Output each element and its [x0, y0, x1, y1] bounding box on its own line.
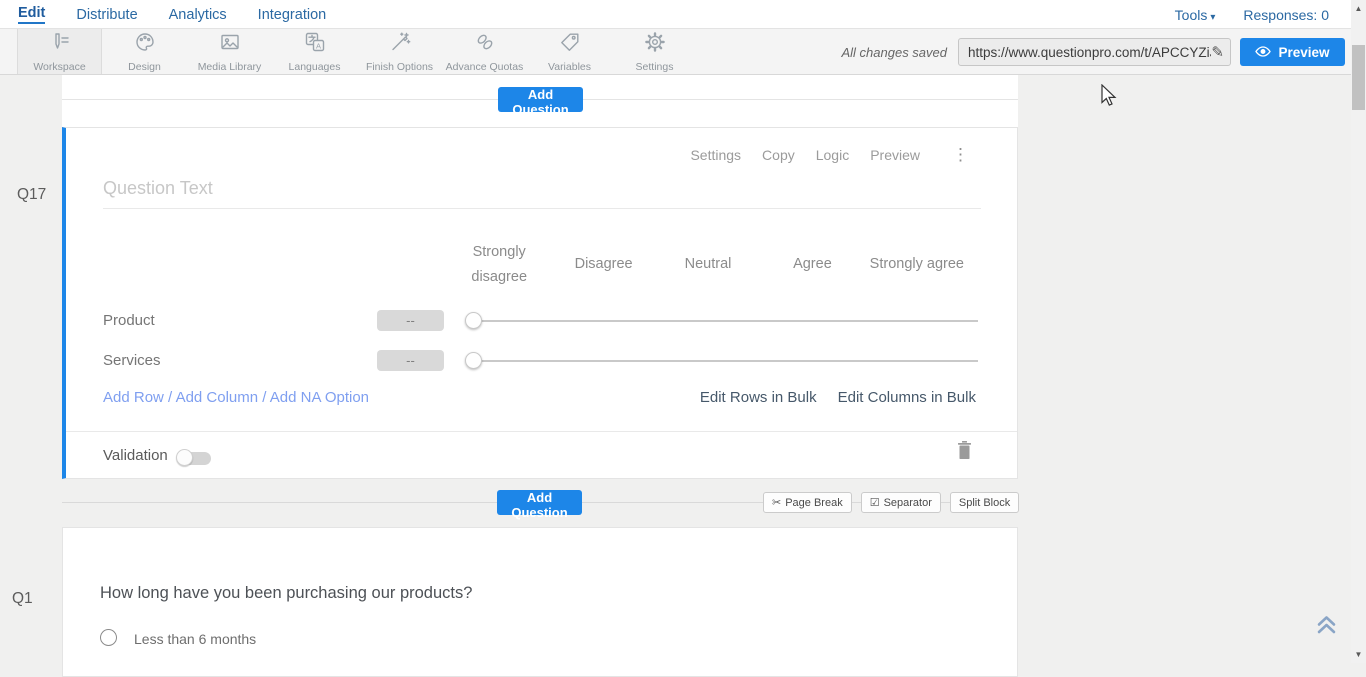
scale-label: Neutral — [656, 234, 760, 296]
question-text[interactable]: How long have you been purchasing our pr… — [100, 584, 472, 603]
toolbar-right-group: All changes saved https://www.questionpr… — [841, 38, 1345, 66]
bulk-edit-links: Edit Rows in Bulk Edit Columns in Bulk — [700, 389, 976, 406]
scroll-to-top-icon[interactable] — [1315, 613, 1338, 643]
toolbar-item-workspace[interactable]: Workspace — [17, 29, 102, 74]
scale-label: Strongly disagree — [447, 234, 551, 296]
validation-toggle[interactable] — [176, 449, 212, 467]
slider-handle[interactable] — [465, 352, 482, 369]
palette-icon — [133, 30, 157, 59]
row-value-box[interactable]: -- — [377, 310, 444, 331]
toolbar-item-finish-options[interactable]: Finish Options — [357, 29, 442, 74]
editor-toolbar: Workspace Design Media Library A Languag… — [0, 29, 1351, 75]
question-number-q1: Q1 — [12, 590, 33, 608]
question-copy-link[interactable]: Copy — [762, 147, 795, 163]
add-question-button-top[interactable]: Add Question — [498, 87, 583, 112]
radio-button[interactable] — [100, 629, 117, 646]
question-logic-link[interactable]: Logic — [816, 147, 849, 163]
toolbar-item-settings[interactable]: Settings — [612, 29, 697, 74]
tools-dropdown[interactable]: Tools▾ — [1175, 7, 1216, 23]
scissors-icon: ✂ — [772, 496, 781, 509]
translate-icon: A — [303, 30, 327, 59]
add-row-link[interactable]: Add Row — [103, 389, 164, 406]
toolbar-item-languages[interactable]: A Languages — [272, 29, 357, 74]
question-text-underline — [103, 208, 981, 209]
top-content-strip: Add Question — [62, 75, 1018, 127]
nav-tab-edit[interactable]: Edit — [18, 5, 45, 24]
question-settings-link[interactable]: Settings — [690, 147, 741, 163]
question-action-menu: Settings Copy Logic Preview ⋮ — [690, 145, 969, 165]
row-label[interactable]: Services — [103, 352, 161, 369]
toolbar-item-media-library[interactable]: Media Library — [187, 29, 272, 74]
checkbox-checked-icon: ☑ — [870, 496, 880, 509]
question-card-q17[interactable]: Settings Copy Logic Preview ⋮ Question T… — [62, 127, 1018, 479]
add-na-option-link[interactable]: Add NA Option — [270, 389, 369, 406]
toolbar-item-advance-quotas[interactable]: Advance Quotas — [442, 29, 527, 74]
scrollbar-thumb[interactable] — [1352, 45, 1365, 110]
kebab-menu-icon[interactable]: ⋮ — [952, 145, 969, 165]
scrollbar-down-arrow-icon[interactable]: ▼ — [1351, 650, 1366, 659]
save-status-text: All changes saved — [841, 45, 947, 60]
row-slider[interactable] — [465, 308, 978, 334]
svg-text:A: A — [315, 41, 320, 50]
scale-label: Strongly agree — [865, 234, 969, 296]
toolbar-item-design[interactable]: Design — [102, 29, 187, 74]
chevron-down-icon: ▾ — [1210, 12, 1215, 23]
gear-icon — [643, 30, 667, 59]
question-preview-link[interactable]: Preview — [870, 147, 920, 163]
responses-counter[interactable]: Responses: 0 — [1243, 7, 1329, 23]
nav-menu: Edit Distribute Analytics Integration — [18, 0, 326, 29]
question-text-input[interactable]: Question Text — [103, 178, 213, 199]
image-icon — [218, 30, 242, 59]
edit-url-icon[interactable]: ✎ — [1211, 43, 1224, 61]
row-slider[interactable] — [465, 348, 978, 374]
add-column-link[interactable]: Add Column — [176, 389, 259, 406]
wand-icon — [388, 30, 412, 59]
trash-icon[interactable] — [956, 440, 973, 465]
slider-row-services: Services -- — [66, 348, 1017, 374]
edit-rows-bulk-link[interactable]: Edit Rows in Bulk — [700, 389, 817, 406]
slider-track[interactable] — [474, 320, 978, 322]
nav-tab-integration[interactable]: Integration — [258, 7, 327, 23]
survey-url-field[interactable]: https://www.questionpro.com/t/APCCYZiJ8 … — [958, 38, 1231, 66]
separator-button[interactable]: ☑ Separator — [861, 492, 941, 513]
toolbar-items: Workspace Design Media Library A Languag… — [17, 29, 697, 74]
scale-label: Disagree — [551, 234, 655, 296]
toolbar-item-variables[interactable]: Variables — [527, 29, 612, 74]
nav-tab-distribute[interactable]: Distribute — [76, 7, 137, 23]
top-nav-bar: Edit Distribute Analytics Integration To… — [0, 0, 1351, 29]
slider-row-product: Product -- — [66, 308, 1017, 334]
row-label[interactable]: Product — [103, 312, 155, 329]
toggle-knob — [176, 449, 193, 466]
preview-button[interactable]: Preview — [1240, 38, 1345, 66]
nav-tab-analytics[interactable]: Analytics — [169, 7, 227, 23]
likert-scale-header: Strongly disagree Disagree Neutral Agree… — [447, 234, 969, 296]
chain-links-icon — [473, 30, 497, 59]
nav-right-group: Tools▾ Responses: 0 — [1175, 0, 1329, 29]
vertical-scrollbar[interactable]: ▲ ▼ — [1351, 0, 1366, 663]
edit-columns-bulk-link[interactable]: Edit Columns in Bulk — [838, 389, 976, 406]
scale-label: Agree — [760, 234, 864, 296]
link-separator: / — [262, 389, 270, 406]
card-footer-divider — [66, 431, 1017, 432]
row-value-box[interactable]: -- — [377, 350, 444, 371]
link-separator: / — [168, 389, 176, 406]
answer-option-label[interactable]: Less than 6 months — [134, 631, 256, 647]
row-column-links: Add Row / Add Column / Add NA Option — [103, 389, 369, 406]
page-break-button[interactable]: ✂ Page Break — [763, 492, 852, 513]
validation-label: Validation — [103, 447, 168, 464]
split-block-button[interactable]: Split Block — [950, 492, 1019, 513]
eye-icon — [1255, 45, 1271, 60]
tag-icon — [558, 30, 582, 59]
insert-controls: ✂ Page Break ☑ Separator Split Block — [763, 492, 1019, 513]
add-question-button-bottom[interactable]: Add Question — [497, 490, 582, 515]
slider-track[interactable] — [474, 360, 978, 362]
question-number-q17: Q17 — [17, 186, 46, 204]
question-card-q1[interactable]: How long have you been purchasing our pr… — [62, 527, 1018, 677]
slider-handle[interactable] — [465, 312, 482, 329]
survey-url-value[interactable]: https://www.questionpro.com/t/APCCYZiJ8 — [968, 45, 1211, 60]
workspace-icon — [48, 30, 72, 59]
scrollbar-up-arrow-icon[interactable]: ▲ — [1351, 4, 1366, 13]
